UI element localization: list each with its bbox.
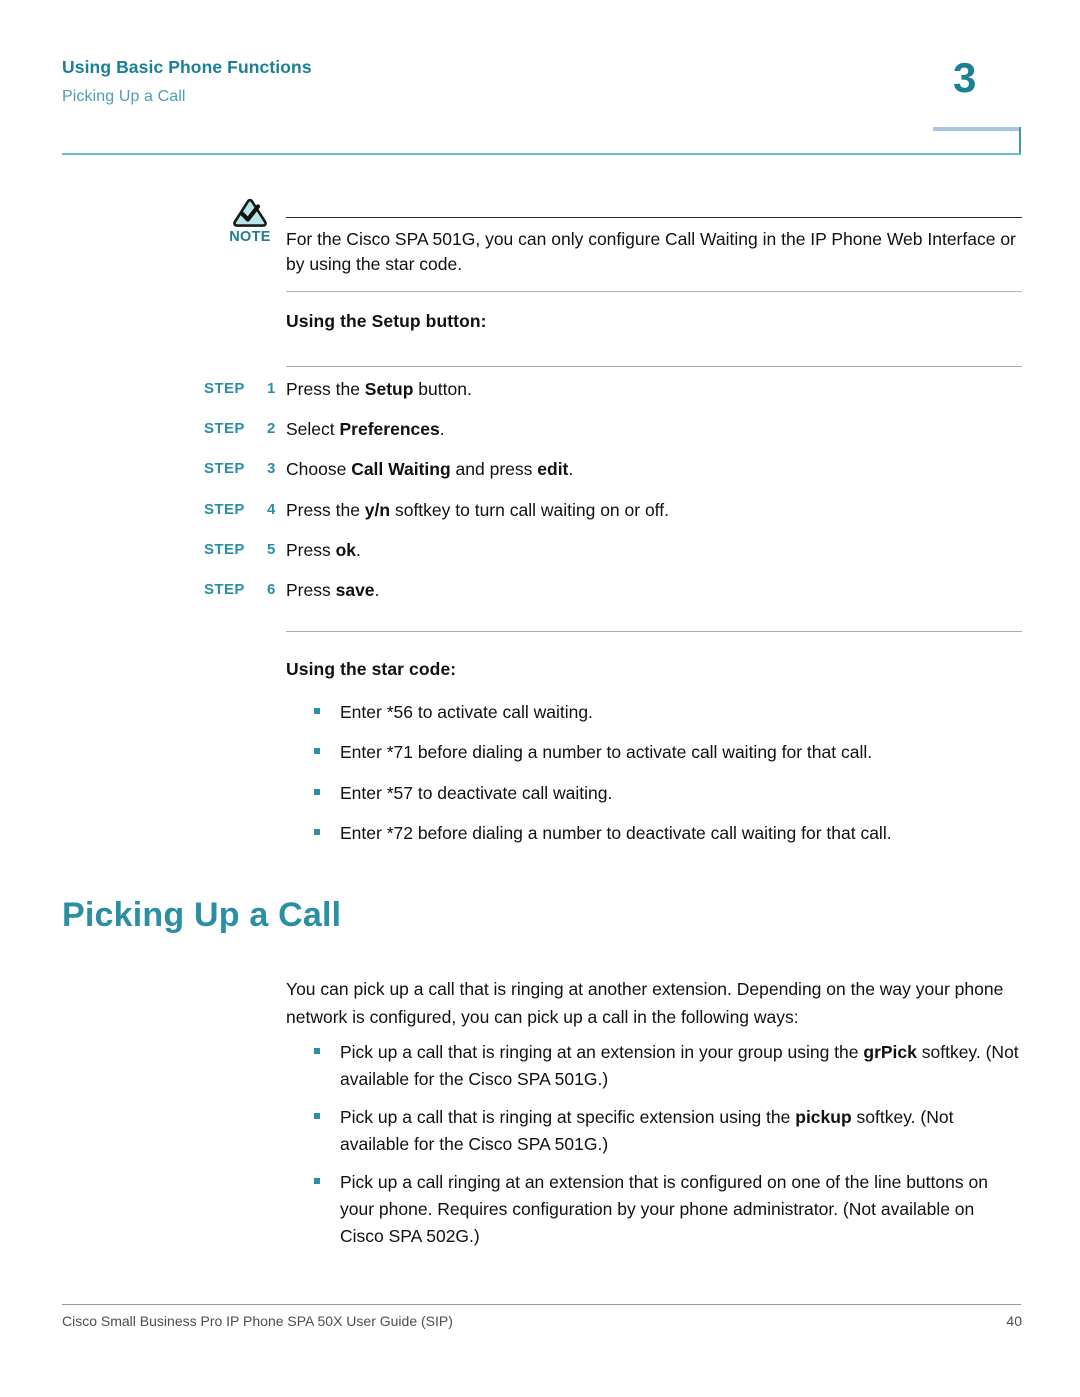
intro-paragraph: You can pick up a call that is ringing a… [286,979,1004,1027]
step-text: Press save. [286,580,380,600]
bullet-square-icon [314,829,320,835]
step-row: STEP 1 Press the Setup button. [204,377,1022,403]
step-text: Choose Call Waiting and press edit. [286,459,574,479]
list-item-text: Enter *57 to deactivate call waiting. [340,783,613,803]
step-text: Press ok. [286,540,361,560]
step-text: Press the y/n softkey to turn call waiti… [286,500,669,520]
footer-divider-rule [62,1304,1021,1305]
note-rule-bottom [286,291,1022,292]
star-code-section-heading: Using the star code: [286,659,457,679]
star-code-top-rule [286,631,1022,632]
running-head-subtitle: Picking Up a Call [62,88,186,105]
step-label: STEP [204,581,245,598]
step-row: STEP 5 Press ok. [204,538,1022,564]
step-row: STEP 4 Press the y/n softkey to turn cal… [204,498,1022,524]
step-row: STEP 2 Select Preferences. [204,417,1022,443]
document-page: Using Basic Phone Functions Picking Up a… [0,0,1080,1397]
header-tab-top-bar [933,127,1021,131]
header-divider-rule [62,153,1021,155]
step-number: 1 [267,380,276,397]
step-row: STEP 3 Choose Call Waiting and press edi… [204,457,1022,483]
step-label: STEP [204,460,245,477]
step-label: STEP [204,501,245,518]
chapter-number: 3 [953,54,977,101]
step-label: STEP [204,380,245,397]
footer-page-number: 40 [1006,1313,1022,1329]
step-text: Select Preferences. [286,419,445,439]
step-label: STEP [204,541,245,558]
footer-document-title: Cisco Small Business Pro IP Phone SPA 50… [62,1313,453,1329]
step-number: 5 [267,541,276,558]
note-icon-group: NOTE [222,198,278,245]
list-item-text: Pick up a call that is ringing at an ext… [340,1042,1019,1089]
note-triangle-check-icon [233,198,267,227]
setup-section-heading: Using the Setup button: [286,311,487,331]
step-text: Press the Setup button. [286,379,472,399]
step-number: 4 [267,501,276,518]
bullet-square-icon [314,1113,320,1119]
bullet-square-icon [314,748,320,754]
header-tab-right-edge [1019,127,1021,155]
bullet-square-icon [314,708,320,714]
page-title: Picking Up a Call [62,896,342,934]
note-text: For the Cisco SPA 501G, you can only con… [286,229,1016,274]
list-item-text: Enter *56 to activate call waiting. [340,702,593,722]
step-number: 6 [267,581,276,598]
list-item-text: Pick up a call ringing at an extension t… [340,1172,988,1246]
bullet-square-icon [314,789,320,795]
list-item-text: Enter *71 before dialing a number to act… [340,742,873,762]
step-label: STEP [204,420,245,437]
bullet-square-icon [314,1178,320,1184]
note-body: For the Cisco SPA 501G, you can only con… [286,217,1022,292]
list-item-text: Enter *72 before dialing a number to dea… [340,823,892,843]
running-head-title: Using Basic Phone Functions [62,57,312,77]
bullet-square-icon [314,1048,320,1054]
step-number: 2 [267,420,276,437]
step-number: 3 [267,460,276,477]
note-label: NOTE [229,229,271,245]
page-header: Using Basic Phone Functions Picking Up a… [0,0,1080,160]
step-row: STEP 6 Press save. [204,578,1022,604]
setup-steps-top-rule [286,366,1022,367]
list-item-text: Pick up a call that is ringing at specif… [340,1107,954,1154]
